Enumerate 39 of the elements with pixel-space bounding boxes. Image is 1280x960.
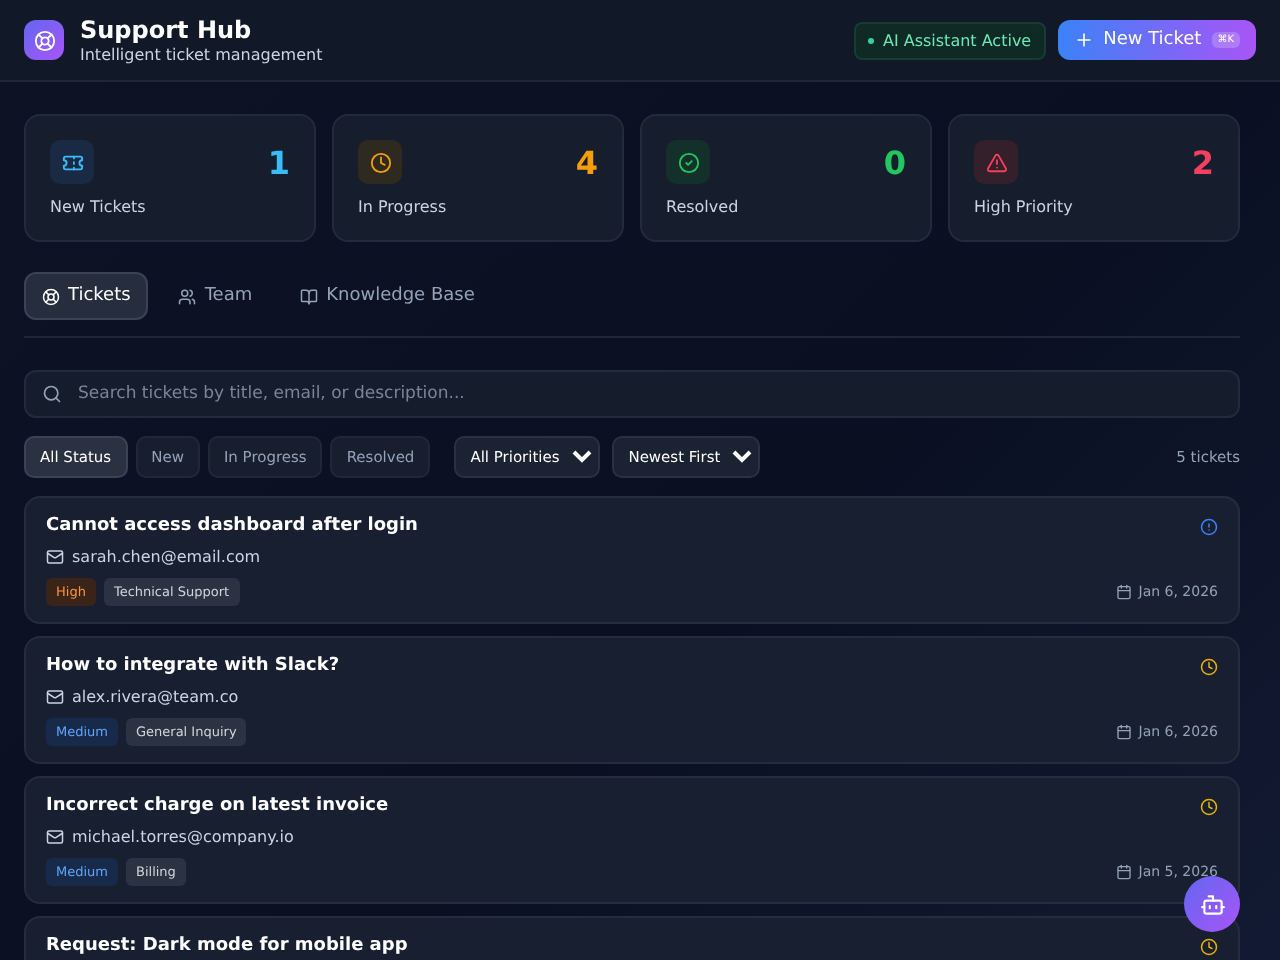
mail-icon <box>46 548 64 566</box>
nav-tab[interactable]: Team <box>160 272 271 320</box>
stat-label: New Tickets <box>50 198 148 216</box>
nav-tab[interactable]: Knowledge Base <box>282 272 493 320</box>
search-field[interactable]: Search tickets by title, email, or description... <box>24 370 1240 418</box>
mail-icon <box>46 828 64 846</box>
nav-tab[interactable]: Tickets <box>24 272 149 320</box>
ticket-email: sarah.chen@email.com <box>46 548 1218 566</box>
calendar-icon <box>1116 724 1133 740</box>
stat-value: 4 <box>575 143 598 181</box>
book-icon <box>300 287 319 305</box>
clock-icon <box>358 140 402 184</box>
mail-icon <box>46 688 64 706</box>
stat-value: 1 <box>267 143 290 181</box>
stat-value: 2 <box>1191 143 1214 181</box>
stat-label: In Progress <box>358 198 449 216</box>
ai-status-badge: AI Assistant Active <box>854 21 1046 59</box>
robot-icon <box>1199 891 1225 917</box>
plus-icon <box>1073 30 1094 50</box>
logo-icon <box>24 20 64 60</box>
stat-label: Resolved <box>666 198 741 216</box>
calendar-icon <box>1116 864 1133 880</box>
warning-icon <box>974 140 1018 184</box>
users-icon <box>178 287 197 305</box>
app-subtitle: Intelligent ticket management <box>80 46 323 64</box>
search-icon <box>42 384 62 404</box>
ticket-email: alex.rivera@team.co <box>46 688 1218 706</box>
ticket-icon <box>50 140 94 184</box>
stat-value: 0 <box>883 143 906 181</box>
ticket-title: Request: Dark mode for mobile app <box>46 936 408 956</box>
lifebuoy-icon <box>42 287 60 305</box>
app-title: Support Hub <box>80 16 254 44</box>
ticket-card[interactable]: Request: Dark mode for mobile app <box>24 916 1240 960</box>
ticket-title: Incorrect charge on latest invoice <box>46 796 389 816</box>
ticket-title: Cannot access dashboard after login <box>46 516 418 536</box>
ticket-email: michael.torres@company.io <box>46 828 1218 846</box>
calendar-icon <box>1116 584 1133 600</box>
ticket-title: How to integrate with Slack? <box>46 656 340 676</box>
stat-label: High Priority <box>974 198 1075 216</box>
